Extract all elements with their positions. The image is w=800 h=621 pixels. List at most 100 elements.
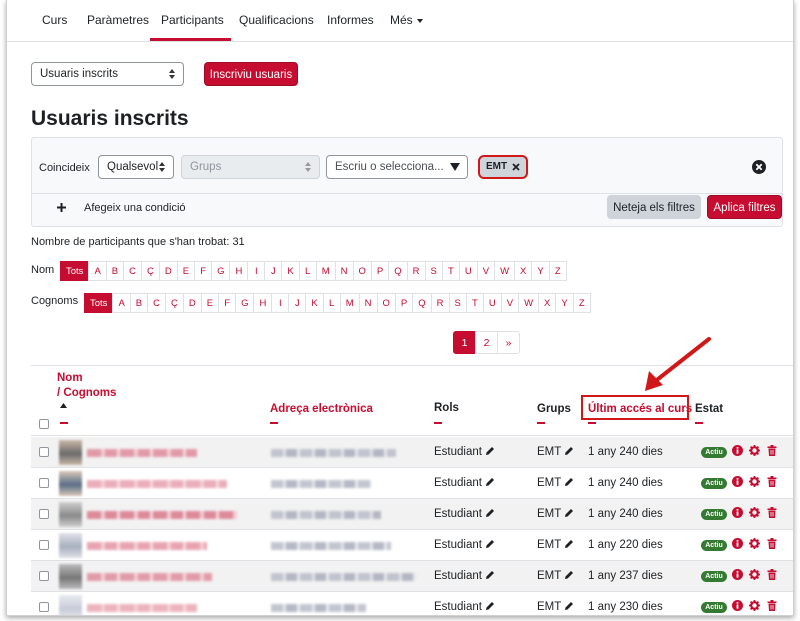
nav-reports[interactable]: Informes xyxy=(327,13,374,27)
last-name-initial-letter[interactable]: C xyxy=(147,293,166,313)
group-cell[interactable]: EMT xyxy=(537,446,574,458)
first-name-initial-letter[interactable]: G xyxy=(211,261,231,281)
select-all-checkbox[interactable] xyxy=(39,419,49,429)
role-cell[interactable]: Estudiant xyxy=(434,539,495,551)
pencil-icon[interactable] xyxy=(485,570,495,580)
first-name-initial-letter[interactable]: A xyxy=(88,261,107,281)
role-cell[interactable]: Estudiant xyxy=(434,477,495,489)
first-name-initial-letter[interactable]: O xyxy=(352,261,372,281)
first-name-initial-letter[interactable]: R xyxy=(406,261,426,281)
role-cell[interactable]: Estudiant xyxy=(434,446,495,458)
last-name-initial-letter[interactable]: J xyxy=(288,293,307,313)
gear-icon[interactable] xyxy=(749,445,760,456)
participant-name-link[interactable] xyxy=(87,511,237,519)
last-name-initial-letter[interactable]: E xyxy=(200,293,220,313)
first-name-initial-all[interactable]: Tots xyxy=(60,261,90,281)
last-name-initial-letter[interactable]: H xyxy=(253,293,273,313)
last-name-initial-letter[interactable]: K xyxy=(305,293,324,313)
last-name-initial-letter[interactable]: T xyxy=(465,293,484,313)
gear-icon[interactable] xyxy=(749,600,760,611)
clear-filters-button[interactable]: Neteja els filtres xyxy=(607,195,701,219)
sort-last-name[interactable]: / Cognoms xyxy=(57,387,116,399)
hide-column-icon[interactable] xyxy=(537,422,545,424)
trash-icon[interactable] xyxy=(767,476,777,487)
add-condition-link[interactable]: Afegeix una condició xyxy=(84,202,186,214)
first-name-initial-letter[interactable]: P xyxy=(370,261,390,281)
first-name-initial-letter[interactable]: X xyxy=(514,261,533,281)
first-name-initial-letter[interactable]: I xyxy=(247,261,266,281)
last-name-initial-letter[interactable]: Ç xyxy=(165,293,184,313)
info-icon[interactable] xyxy=(732,476,743,487)
info-icon[interactable] xyxy=(732,507,743,518)
group-cell[interactable]: EMT xyxy=(537,601,574,613)
gear-icon[interactable] xyxy=(749,538,760,549)
group-cell[interactable]: EMT xyxy=(537,570,574,582)
nav-settings[interactable]: Paràmetres xyxy=(87,13,149,27)
pencil-icon[interactable] xyxy=(564,477,574,487)
nav-grades[interactable]: Qualificacions xyxy=(239,13,314,27)
last-name-initial-letter[interactable]: A xyxy=(112,293,131,313)
group-cell[interactable]: EMT xyxy=(537,477,574,489)
first-name-initial-letter[interactable]: F xyxy=(194,261,213,281)
hide-column-icon[interactable] xyxy=(695,422,703,424)
role-cell[interactable]: Estudiant xyxy=(434,508,495,520)
last-name-initial-all[interactable]: Tots xyxy=(84,293,114,313)
trash-icon[interactable] xyxy=(767,507,777,518)
plus-icon[interactable] xyxy=(57,203,66,212)
row-checkbox[interactable] xyxy=(39,478,49,488)
enrol-users-button[interactable]: Inscriviu usuaris xyxy=(204,62,298,86)
pencil-icon[interactable] xyxy=(485,601,495,611)
first-name-initial-letter[interactable]: W xyxy=(494,261,516,281)
first-name-initial-letter[interactable]: N xyxy=(334,261,354,281)
last-name-initial-letter[interactable]: P xyxy=(394,293,414,313)
pencil-icon[interactable] xyxy=(485,508,495,518)
participant-name-link[interactable] xyxy=(87,542,207,550)
pencil-icon[interactable] xyxy=(564,539,574,549)
first-name-initial-letter[interactable]: U xyxy=(458,261,478,281)
page-next[interactable]: » xyxy=(497,331,520,354)
row-checkbox[interactable] xyxy=(39,447,49,457)
pencil-icon[interactable] xyxy=(564,570,574,580)
first-name-initial-letter[interactable]: D xyxy=(158,261,178,281)
remove-filter-row-icon[interactable] xyxy=(752,160,766,174)
row-checkbox[interactable] xyxy=(39,571,49,581)
nav-participants[interactable]: Participants xyxy=(161,13,224,27)
first-name-initial-letter[interactable]: Y xyxy=(531,261,550,281)
pencil-icon[interactable] xyxy=(485,539,495,549)
first-name-initial-letter[interactable]: C xyxy=(123,261,142,281)
last-name-initial-letter[interactable]: V xyxy=(500,293,520,313)
hide-column-icon[interactable] xyxy=(60,422,68,424)
gear-icon[interactable] xyxy=(749,507,760,518)
last-name-initial-letter[interactable]: U xyxy=(482,293,502,313)
first-name-initial-letter[interactable]: V xyxy=(476,261,496,281)
last-name-initial-letter[interactable]: B xyxy=(129,293,149,313)
pencil-icon[interactable] xyxy=(564,601,574,611)
participant-name-link[interactable] xyxy=(87,449,197,457)
first-name-initial-letter[interactable]: L xyxy=(298,261,317,281)
last-name-initial-letter[interactable]: F xyxy=(218,293,237,313)
last-name-initial-letter[interactable]: Q xyxy=(412,293,432,313)
pencil-icon[interactable] xyxy=(564,508,574,518)
last-name-initial-letter[interactable]: X xyxy=(538,293,557,313)
group-cell[interactable]: EMT xyxy=(537,539,574,551)
match-select[interactable]: Qualsevol xyxy=(98,155,174,179)
gear-icon[interactable] xyxy=(749,569,760,580)
first-name-initial-letter[interactable]: S xyxy=(424,261,443,281)
trash-icon[interactable] xyxy=(767,538,777,549)
last-name-initial-letter[interactable]: O xyxy=(376,293,396,313)
role-cell[interactable]: Estudiant xyxy=(434,601,495,613)
role-cell[interactable]: Estudiant xyxy=(434,570,495,582)
hide-column-icon[interactable] xyxy=(588,422,596,424)
selected-group-chip[interactable]: EMT xyxy=(478,155,528,179)
last-name-initial-letter[interactable]: R xyxy=(430,293,450,313)
first-name-initial-letter[interactable]: H xyxy=(229,261,249,281)
hide-column-icon[interactable] xyxy=(434,422,442,424)
pencil-icon[interactable] xyxy=(485,477,495,487)
page-2[interactable]: 2 xyxy=(475,331,498,354)
trash-icon[interactable] xyxy=(767,600,777,611)
last-name-initial-letter[interactable]: S xyxy=(448,293,467,313)
participant-name-link[interactable] xyxy=(87,480,227,488)
pencil-icon[interactable] xyxy=(564,446,574,456)
nav-course[interactable]: Curs xyxy=(42,13,67,27)
last-name-initial-letter[interactable]: I xyxy=(271,293,290,313)
